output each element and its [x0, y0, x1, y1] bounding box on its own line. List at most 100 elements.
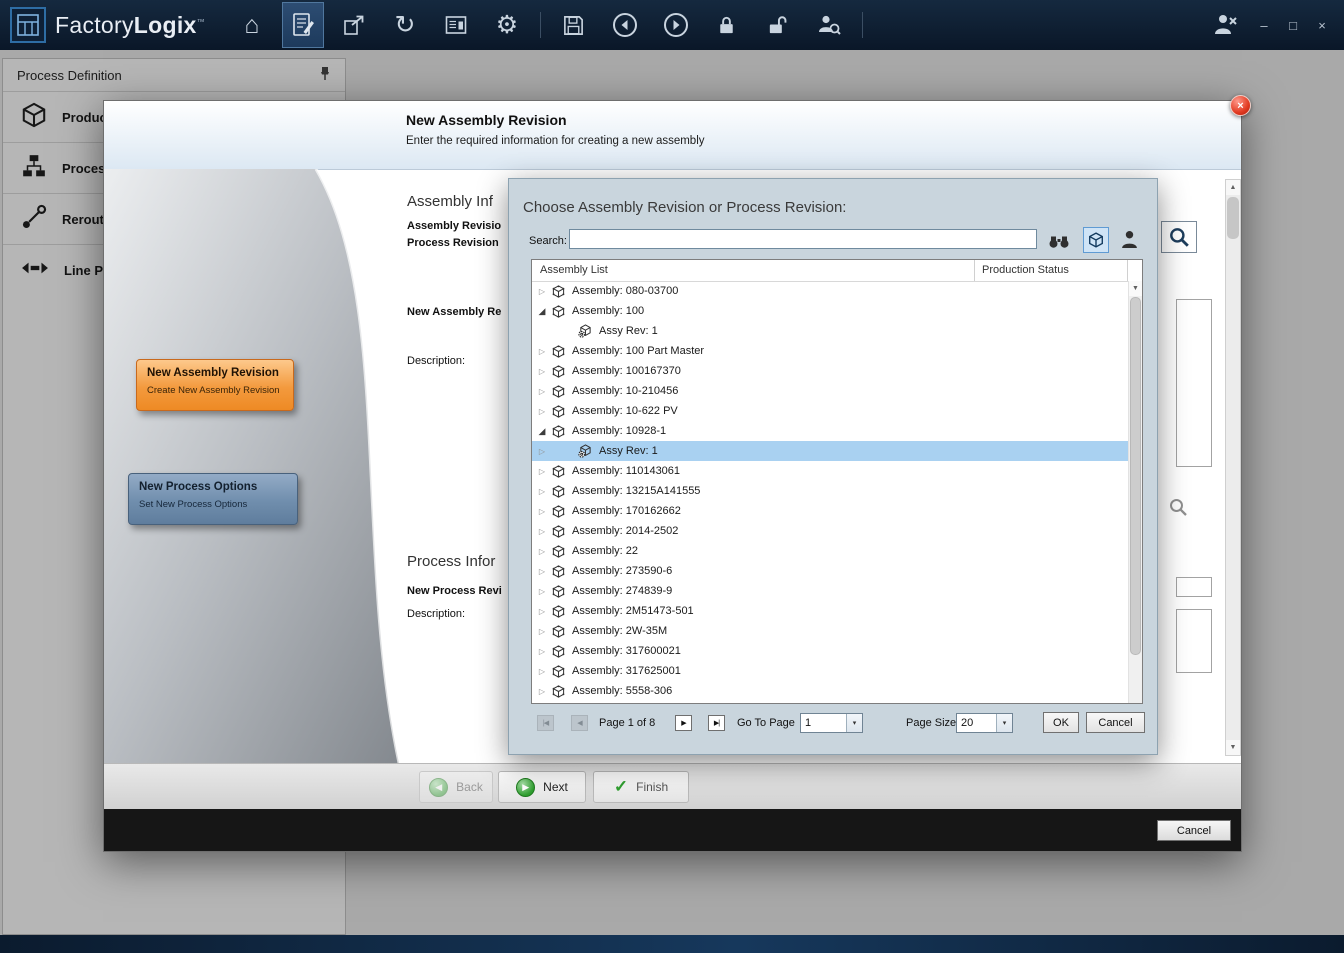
line-process-icon: [21, 259, 49, 282]
new-process-revision-input[interactable]: [1176, 577, 1212, 597]
tree-row-label: Assy Rev: 1: [599, 325, 658, 337]
dropdown-arrow-icon[interactable]: ▾: [846, 714, 862, 732]
scroll-down-icon[interactable]: ▼: [1129, 281, 1142, 296]
close-button[interactable]: ×: [1314, 18, 1330, 33]
tree-expander-icon[interactable]: ◢: [536, 306, 548, 317]
tree-expander-icon[interactable]: ◢: [536, 426, 548, 437]
page-size-select[interactable]: 20 ▾: [956, 713, 1013, 733]
pin-icon[interactable]: [319, 66, 331, 84]
tree-row[interactable]: Assy Rev: 1: [532, 321, 1128, 341]
scrollbar-thumb[interactable]: [1227, 197, 1239, 239]
tree-expander-icon[interactable]: ▷: [536, 447, 548, 456]
tree-expander-icon[interactable]: ▷: [536, 567, 548, 576]
user-logout-icon[interactable]: [1207, 2, 1243, 48]
tree-row[interactable]: ▷ Assembly: 22: [532, 541, 1128, 561]
tree-row[interactable]: ▷ Assembly: 100 Part Master: [532, 341, 1128, 361]
goto-page-select[interactable]: 1 ▾: [800, 713, 863, 733]
tree-row[interactable]: ▷ Assembly: 273590-6: [532, 561, 1128, 581]
dropdown-arrow-icon[interactable]: ▾: [996, 714, 1012, 732]
description2-label: Description:: [407, 608, 465, 620]
description-textarea[interactable]: [1176, 299, 1212, 467]
column-divider[interactable]: [974, 260, 975, 281]
tree-expander-icon[interactable]: ▷: [536, 527, 548, 536]
tree-expander-icon[interactable]: ▷: [536, 687, 548, 696]
tree-row[interactable]: ▷ Assembly: 110143061: [532, 461, 1128, 481]
binoculars-icon[interactable]: [1048, 234, 1070, 254]
tree-expander-icon[interactable]: ▷: [536, 287, 548, 296]
last-page-button[interactable]: ▶|: [708, 715, 725, 731]
next-button[interactable]: ▶ Next: [498, 771, 586, 803]
redo-forward-icon[interactable]: [655, 2, 697, 48]
assembly-info-section-title: Assembly Inf: [407, 193, 493, 210]
tree-row[interactable]: ▷ Assembly: 13215A141555: [532, 481, 1128, 501]
wizard-step-new-process-options[interactable]: New Process Options Set New Process Opti…: [128, 473, 298, 525]
tree-row[interactable]: ▷ Assembly: 10-622 PV: [532, 401, 1128, 421]
settings-gear-icon[interactable]: ⚙: [486, 2, 528, 48]
user-search-icon[interactable]: [808, 2, 850, 48]
assembly-search-button[interactable]: [1161, 221, 1197, 253]
form-scrollbar[interactable]: ▲ ▼: [1225, 179, 1241, 756]
prev-page-button[interactable]: ◀: [571, 715, 588, 731]
reports-icon[interactable]: [435, 2, 477, 48]
minimize-button[interactable]: –: [1256, 18, 1272, 33]
back-button[interactable]: ◀ Back: [419, 771, 493, 803]
dialog-cancel-button[interactable]: Cancel: [1157, 820, 1231, 841]
tree-row[interactable]: ▷ Assembly: 274839-9: [532, 581, 1128, 601]
maximize-button[interactable]: □: [1285, 18, 1301, 33]
tree-expander-icon[interactable]: ▷: [536, 507, 548, 516]
tree-row[interactable]: ▷ Assembly: 10-210456: [532, 381, 1128, 401]
tree-expander-icon[interactable]: ▷: [536, 387, 548, 396]
home-icon[interactable]: ⌂: [231, 2, 273, 48]
tree-expander-icon[interactable]: ▷: [536, 467, 548, 476]
tree-expander-icon[interactable]: ▷: [536, 667, 548, 676]
tree-expander-icon[interactable]: ▷: [536, 407, 548, 416]
next-page-button[interactable]: ▶: [675, 715, 692, 731]
tree-expander-icon[interactable]: ▷: [536, 347, 548, 356]
tree-row[interactable]: ▷ Assy Rev: 1: [532, 441, 1128, 461]
assembly-icon: [552, 405, 565, 418]
tree-row[interactable]: ▷ Assembly: 100167370: [532, 361, 1128, 381]
process-search-icon[interactable]: [1168, 497, 1188, 522]
tree-row[interactable]: ▷ Assembly: 2W-35M: [532, 621, 1128, 641]
person-filter-icon[interactable]: [1121, 230, 1138, 254]
tree-row[interactable]: ▷ Assembly: 170162662: [532, 501, 1128, 521]
process-definition-icon[interactable]: [282, 2, 324, 48]
tree-row[interactable]: ▷ Assembly: 317600021: [532, 641, 1128, 661]
tree-row-label: Assembly: 10-210456: [572, 385, 678, 397]
assembly-filter-toggle[interactable]: [1083, 227, 1109, 253]
release-icon[interactable]: [333, 2, 375, 48]
tree-expander-icon[interactable]: ▷: [536, 487, 548, 496]
tree-row[interactable]: ▷ Assembly: 5558-306: [532, 681, 1128, 701]
popup-cancel-button[interactable]: Cancel: [1086, 712, 1145, 733]
first-page-button[interactable]: |◀: [537, 715, 554, 731]
ok-button[interactable]: OK: [1043, 712, 1079, 733]
tree-expander-icon[interactable]: ▷: [536, 607, 548, 616]
list-scrollbar[interactable]: ▲ ▼: [1128, 281, 1142, 703]
undo-back-icon[interactable]: [604, 2, 646, 48]
dialog-close-icon[interactable]: ×: [1230, 95, 1251, 116]
scroll-up-icon[interactable]: ▲: [1226, 180, 1240, 195]
scrollbar-thumb[interactable]: [1130, 297, 1141, 655]
tree-expander-icon[interactable]: ▷: [536, 367, 548, 376]
tree-expander-icon[interactable]: ▷: [536, 587, 548, 596]
process-info-section-title: Process Infor: [407, 553, 495, 570]
unlock-icon[interactable]: [757, 2, 799, 48]
wizard-step-new-assembly-revision[interactable]: New Assembly Revision Create New Assembl…: [136, 359, 294, 411]
tree-expander-icon[interactable]: ▷: [536, 547, 548, 556]
tree-row[interactable]: ▷ Assembly: 317625001: [532, 661, 1128, 681]
tree-expander-icon[interactable]: ▷: [536, 627, 548, 636]
scroll-down-icon[interactable]: ▼: [1226, 740, 1240, 755]
process-description-textarea[interactable]: [1176, 609, 1212, 673]
tree-expander-icon[interactable]: ▷: [536, 647, 548, 656]
save-icon[interactable]: [553, 2, 595, 48]
search-input[interactable]: [569, 229, 1037, 249]
sync-icon[interactable]: ↻: [384, 2, 426, 48]
finish-button[interactable]: ✓ Finish: [593, 771, 689, 803]
tree-row[interactable]: ◢ Assembly: 10928-1: [532, 421, 1128, 441]
tree-row[interactable]: ▷ Assembly: 2M51473-501: [532, 601, 1128, 621]
tree-row[interactable]: ▷ Assembly: 080-03700: [532, 281, 1128, 301]
lock-icon[interactable]: [706, 2, 748, 48]
tree-row-label: Assembly: 100167370: [572, 365, 681, 377]
tree-row[interactable]: ▷ Assembly: 2014-2502: [532, 521, 1128, 541]
tree-row[interactable]: ◢ Assembly: 100: [532, 301, 1128, 321]
